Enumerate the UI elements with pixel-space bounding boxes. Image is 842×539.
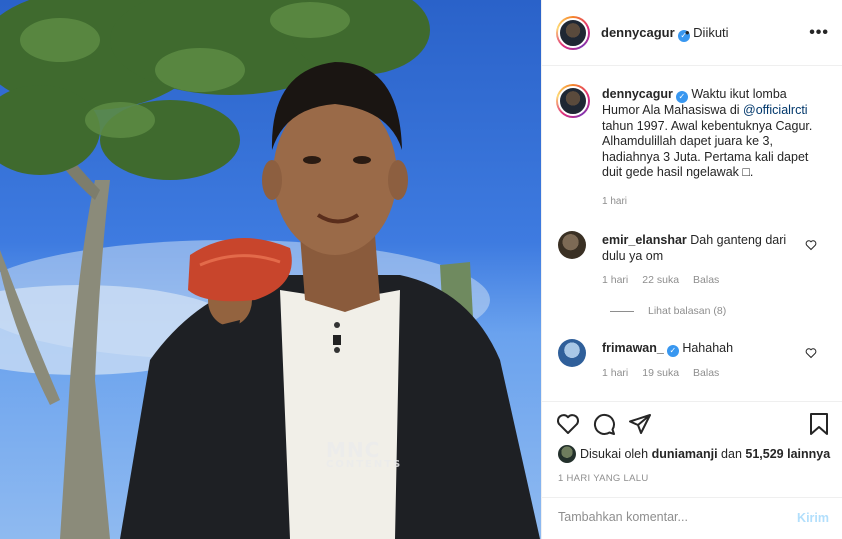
author-username-text[interactable]: dennycagur (601, 25, 675, 40)
commenter-username[interactable]: frimawan_ (602, 341, 664, 355)
liked-by: Disukai oleh duniamanji dan 51,529 lainn… (558, 445, 830, 463)
posted-time[interactable]: 1 HARI YANG LALU (558, 473, 649, 484)
comment-body: emir_elanshar Dah ganteng dari dulu ya o… (602, 232, 802, 264)
comment-meta: 1 hari 22 suka Balas (602, 274, 733, 286)
comment-icon[interactable] (592, 412, 616, 436)
commenter-username[interactable]: emir_elanshar (602, 233, 687, 247)
reply-button[interactable]: Balas (693, 367, 719, 379)
post-photo[interactable]: MNC CONTENTS (0, 0, 541, 539)
view-replies-button[interactable]: Lihat balasan (8) (610, 305, 726, 317)
caption-text-after: tahun 1997. Awal kebentuknya Cagur. Alha… (602, 118, 813, 180)
comment-meta: 1 hari 19 suka Balas (602, 367, 733, 379)
author-username[interactable]: dennycagur ✓ (601, 25, 690, 42)
liked-by-prefix: Disukai oleh (580, 447, 649, 461)
paper-plane-icon[interactable] (628, 412, 652, 436)
caption-mention-link[interactable]: @officialrcti (743, 103, 808, 117)
post-header: dennycagur ✓ • Diikuti ••• (542, 0, 842, 66)
comments-section[interactable]: dennycagur ✓ Waktu ikut lomba Humor Ala M… (542, 67, 842, 401)
mnc-watermark: MNC CONTENTS (326, 438, 402, 470)
reply-button[interactable]: Balas (693, 274, 719, 286)
comment-text: Hahahah (682, 341, 734, 355)
commenter-avatar[interactable] (558, 339, 586, 367)
comment-time[interactable]: 1 hari (602, 274, 628, 286)
send-comment-button[interactable]: Kirim (797, 511, 829, 525)
add-comment-bar: Kirim (542, 497, 842, 539)
comment-body: frimawan_ ✓ Hahahah (602, 340, 802, 357)
watermark-line2: CONTENTS (326, 459, 403, 470)
post-caption: dennycagur ✓ Waktu ikut lomba Humor Ala M… (602, 87, 822, 181)
more-options-icon[interactable]: ••• (809, 24, 829, 42)
liker-avatar[interactable] (558, 445, 576, 463)
photo-illustration (0, 0, 540, 539)
post-actions: Disukai oleh duniamanji dan 51,529 lainn… (542, 401, 842, 539)
comment-input[interactable] (558, 510, 778, 524)
instagram-post-modal: MNC CONTENTS dennycagur ✓ • Diikuti ••• d… (0, 0, 842, 539)
liked-by-joiner: dan (721, 447, 742, 461)
follow-status[interactable]: • Diikuti (685, 25, 729, 40)
comment-time[interactable]: 1 hari (602, 367, 628, 379)
heart-icon[interactable] (556, 412, 580, 436)
comment-likes[interactable]: 22 suka (642, 274, 679, 286)
bookmark-icon[interactable] (807, 412, 831, 436)
likes-count[interactable]: 51,529 lainnya (745, 447, 830, 461)
caption-time[interactable]: 1 hari (602, 196, 627, 207)
author-avatar[interactable] (556, 16, 590, 50)
heart-icon[interactable] (805, 239, 817, 251)
caption-username[interactable]: dennycagur (602, 87, 673, 101)
verified-badge-icon: ✓ (675, 91, 688, 103)
caption-avatar[interactable] (556, 84, 590, 118)
heart-icon[interactable] (805, 347, 817, 359)
verified-badge-icon: ✓ (666, 345, 679, 357)
comment-likes[interactable]: 19 suka (642, 367, 679, 379)
commenter-avatar[interactable] (558, 231, 586, 259)
liker-username[interactable]: duniamanji (652, 447, 718, 461)
post-side-panel: dennycagur ✓ • Diikuti ••• dennycagur ✓ Wa… (541, 0, 842, 539)
